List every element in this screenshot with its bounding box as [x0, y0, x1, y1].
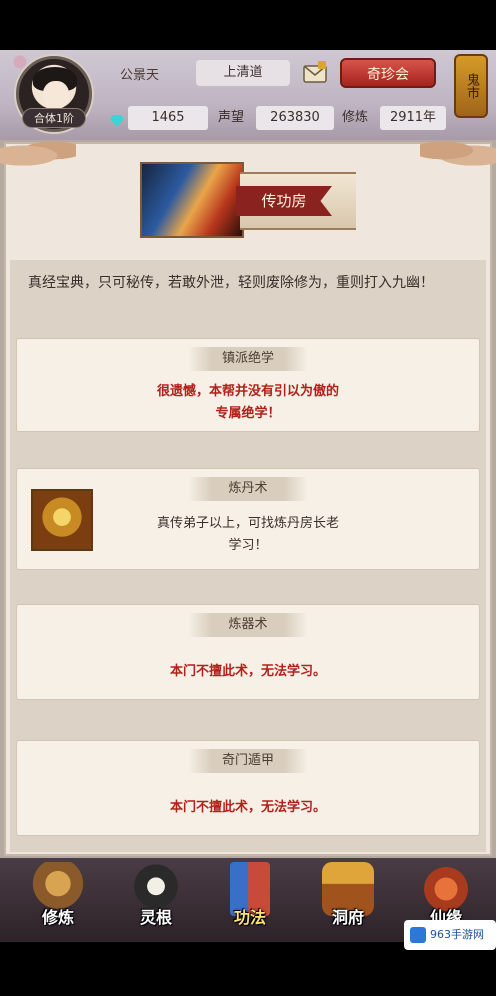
- card-title: 奇门遁甲: [188, 749, 308, 773]
- player-name: 公景天: [120, 68, 160, 83]
- nav-label: 洞府: [331, 908, 364, 927]
- site-watermark: 963手游网: [404, 920, 496, 950]
- ghost-market-button[interactable]: 鬼市: [454, 54, 488, 118]
- realm-badge: 合体1阶: [22, 108, 86, 128]
- sect-name[interactable]: 上清道: [196, 60, 290, 86]
- cloud-decoration-right: [420, 140, 496, 166]
- card-body-line1: 真传弟子以上，可找炼丹房长老: [156, 516, 339, 531]
- skill-card-qimen-dunjia: 奇门遁甲 本门不擅此术，无法学习。: [16, 740, 480, 836]
- watermark-logo-icon: [410, 927, 426, 943]
- nav-label: 灵根: [139, 908, 172, 927]
- card-title: 镇派绝学: [188, 347, 308, 371]
- skill-card-artifact-refining: 炼器术 本门不擅此术，无法学习。: [16, 604, 480, 700]
- player-header: 合体1阶 公景天 上清道 奇珍会 鬼市 1465 声望 263830 修炼 29…: [0, 50, 496, 140]
- cultivation-value: 2911年: [380, 106, 446, 130]
- mail-icon[interactable]: [300, 60, 330, 86]
- cultivation-label: 修炼: [342, 110, 369, 125]
- card-body-line2: 学习！: [228, 538, 268, 553]
- nav-cultivate[interactable]: 修炼: [20, 862, 96, 938]
- avatar-face: [43, 81, 69, 109]
- card-body-line1: 本门不擅此术，无法学习。: [169, 800, 326, 815]
- gem-icon: [110, 112, 124, 127]
- skill-card-sect-ultimate: 镇派绝学 很遗憾，本帮并没有引以为傲的 专属绝学！: [16, 338, 480, 432]
- card-body-line1: 本门不擅此术，无法学习。: [169, 664, 326, 679]
- rule-text: 真经宝典，只可秘传，若敢外泄，轻则废除修为，重则打入九幽！: [28, 275, 434, 291]
- nav-technique[interactable]: 功法: [212, 862, 288, 938]
- hall-banner: 传功房: [140, 162, 356, 238]
- nav-label: 功法: [233, 908, 266, 927]
- card-title: 炼丹术: [188, 477, 308, 501]
- cloud-decoration-left: [0, 140, 76, 166]
- nav-label: 修炼: [41, 908, 74, 927]
- banner-artwork: [140, 162, 244, 238]
- reputation-label: 声望: [218, 110, 245, 125]
- card-title: 炼器术: [188, 613, 308, 637]
- card-body-line2: 专属绝学！: [215, 406, 281, 421]
- treasure-auction-button[interactable]: 奇珍会: [340, 58, 436, 88]
- status-bar: [0, 0, 496, 50]
- skill-card-alchemy[interactable]: 炼丹术 真传弟子以上，可找炼丹房长老 学习！: [16, 468, 480, 570]
- reputation-value: 263830: [256, 106, 334, 130]
- nav-cave-dwelling[interactable]: 洞府: [310, 862, 386, 938]
- watermark-text: 963手游网: [430, 928, 484, 941]
- gem-count: 1465: [128, 106, 208, 130]
- bottom-bar: [0, 942, 496, 996]
- banner-title: 传功房: [236, 186, 332, 216]
- card-body-line1: 很遗憾，本帮并没有引以为傲的: [156, 384, 339, 399]
- nav-spirit-root[interactable]: 灵根: [118, 862, 194, 938]
